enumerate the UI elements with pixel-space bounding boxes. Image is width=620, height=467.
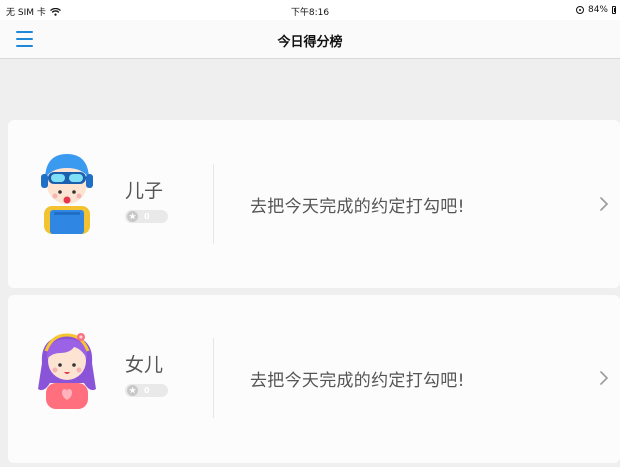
- battery-icon: [612, 6, 616, 14]
- status-bar: 无 SIM 卡 下午8:16 84%: [0, 0, 620, 20]
- navigation-bar: 今日得分榜: [0, 20, 620, 59]
- member-name: 儿子: [125, 180, 164, 202]
- rotation-lock-icon: [575, 6, 584, 14]
- card-divider: [213, 338, 214, 418]
- chevron-right-icon: [600, 197, 609, 211]
- member-name: 女儿: [125, 354, 164, 376]
- member-card-son[interactable]: 儿子 0 去把今天完成的约定打勾吧!: [8, 120, 620, 288]
- page-title: 今日得分榜: [277, 35, 343, 50]
- star-icon: [127, 211, 138, 222]
- score-value: 0: [144, 386, 150, 395]
- status-time: 下午8:16: [290, 8, 330, 18]
- score-value: 0: [144, 212, 150, 221]
- check-in-prompt: 去把今天完成的约定打勾吧!: [250, 197, 465, 217]
- status-right: 84%: [575, 5, 616, 15]
- score-badge: 0: [125, 210, 168, 223]
- member-card-daughter[interactable]: 女儿 0 去把今天完成的约定打勾吧!: [8, 295, 620, 463]
- boy-avatar: [41, 154, 93, 234]
- star-icon: [127, 385, 138, 396]
- score-badge: 0: [125, 384, 168, 397]
- chevron-right-icon: [600, 371, 609, 385]
- girl-avatar: [38, 333, 96, 409]
- check-in-prompt: 去把今天完成的约定打勾吧!: [250, 371, 465, 391]
- card-divider: [213, 164, 214, 244]
- battery-percent: 84%: [587, 5, 608, 15]
